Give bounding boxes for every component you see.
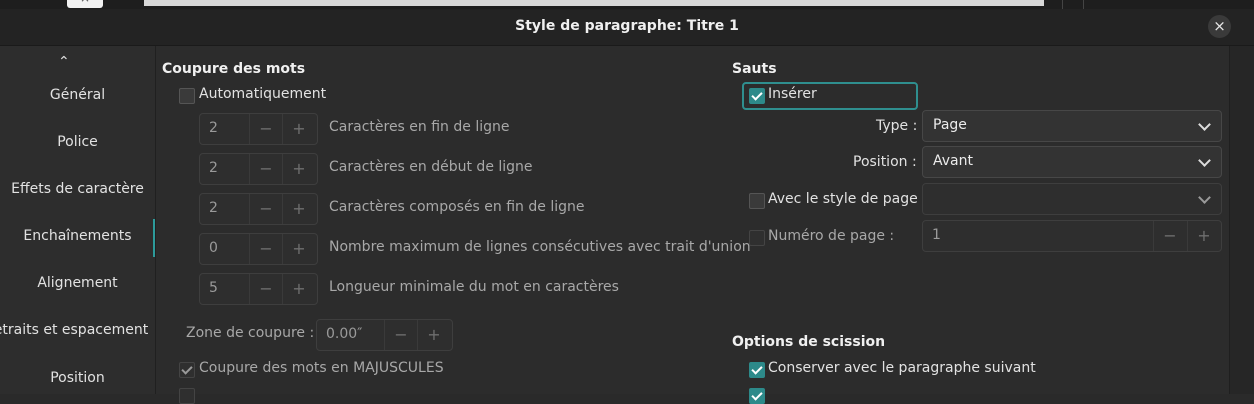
sidebar-item-alignement[interactable]: Alignement [0,275,155,291]
page-style-dropdown[interactable] [922,183,1222,215]
sidebar-item-retraits[interactable]: etraits et espacement [0,322,156,338]
spin-value: 2 [209,200,218,216]
page-number-spinbox[interactable]: 1 − + [922,220,1222,252]
chevron-down-icon [1198,118,1211,131]
plus-icon[interactable]: + [1187,221,1220,251]
chars-start-label: Caractères en début de ligne [329,159,533,175]
page-number-checkbox[interactable] [749,230,765,246]
insert-label: Insérer [768,86,817,102]
plus-icon[interactable]: + [282,274,315,304]
next-option-checkbox[interactable] [749,388,765,404]
sidebar-item-general[interactable]: Général [0,87,155,103]
type-dropdown[interactable]: Page [922,110,1222,142]
page-number-label: Numéro de page : [768,228,895,244]
plus-icon[interactable]: + [282,114,315,144]
zone-label: Zone de coupure : [186,325,315,341]
minus-icon[interactable]: − [249,154,282,184]
scroll-up-icon[interactable]: ⌃ [58,54,70,70]
keep-next-checkbox[interactable] [749,362,765,378]
zone-spinbox[interactable]: 0.00″ − + [316,319,453,351]
uppercase-label: Coupure des mots en MAJUSCULES [199,360,444,376]
spin-value: 1 [932,227,941,243]
close-icon: × [80,0,90,5]
position-value: Avant [933,153,973,169]
background-close-button[interactable]: × [67,0,103,8]
spin-value: 5 [209,280,218,296]
plus-icon[interactable]: + [282,234,315,264]
minus-icon[interactable]: − [249,194,282,224]
sidebar-item-effets[interactable]: Effets de caractère [0,181,155,197]
spin-value: 2 [209,120,218,136]
position-label: Position : [853,154,917,170]
compound-chars-label: Caractères composés en fin de ligne [329,199,585,215]
breaks-title: Sauts [732,61,777,77]
spin-value: 2 [209,160,218,176]
min-word-length-label: Longueur minimale du mot en caractères [329,279,619,295]
page-style-checkbox[interactable] [749,193,765,209]
max-lines-spinbox[interactable]: 0 − + [199,233,318,265]
sidebar-item-enchainements[interactable]: Enchaînements [0,228,155,244]
split-title: Options de scission [732,334,886,350]
chevron-down-icon [1198,191,1211,204]
compound-chars-spinbox[interactable]: 2 − + [199,193,318,225]
next-checkbox[interactable] [179,388,195,404]
chevron-down-icon [1198,154,1211,167]
automatic-checkbox[interactable] [179,88,195,104]
plus-icon[interactable]: + [417,320,450,350]
max-lines-label: Nombre maximum de lignes consécutives av… [329,239,751,255]
background-document [144,0,1044,6]
type-label: Type : [876,118,918,134]
insert-checkbox[interactable] [749,88,765,104]
automatic-label: Automatiquement [199,86,327,102]
position-dropdown[interactable]: Avant [922,146,1222,178]
sidebar-item-position[interactable]: Position [0,370,155,386]
min-word-length-spinbox[interactable]: 5 − + [199,273,318,305]
close-button[interactable]: × [1208,15,1231,38]
page-style-label: Avec le style de page : [768,191,927,207]
divider [1083,0,1084,9]
scrollbar-track[interactable] [1229,46,1254,394]
dialog-title: Style de paragraphe: Titre 1 [515,18,739,34]
spin-value: 0 [209,240,218,256]
minus-icon[interactable]: − [249,274,282,304]
chars-end-label: Caractères en fin de ligne [329,119,510,135]
spin-value: 0.00″ [326,326,363,342]
chars-start-spinbox[interactable]: 2 − + [199,153,318,185]
keep-next-label: Conserver avec le paragraphe suivant [768,360,1036,376]
sidebar-item-police[interactable]: Police [0,134,155,150]
chars-end-spinbox[interactable]: 2 − + [199,113,318,145]
divider [1062,0,1063,9]
minus-icon[interactable]: − [1153,221,1186,251]
uppercase-checkbox[interactable] [179,362,195,378]
minus-icon[interactable]: − [249,234,282,264]
plus-icon[interactable]: + [282,194,315,224]
type-value: Page [933,117,967,133]
close-icon: × [1213,17,1226,35]
plus-icon[interactable]: + [282,154,315,184]
minus-icon[interactable]: − [384,320,417,350]
hyphenation-title: Coupure des mots [162,61,306,77]
minus-icon[interactable]: − [249,114,282,144]
